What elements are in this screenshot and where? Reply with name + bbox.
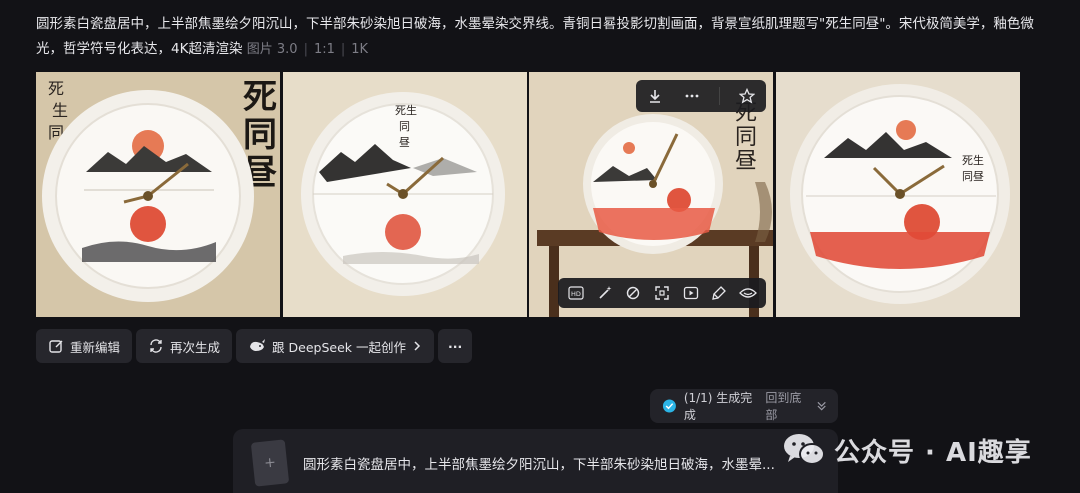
reedit-label: 重新编辑	[70, 339, 121, 355]
svg-text:生: 生	[52, 101, 68, 120]
composer-input-text[interactable]: 圆形素白瓷盘居中，上半部焦墨绘夕阳沉山，下半部朱砂染旭日破海，水墨晕...	[303, 453, 783, 473]
wechat-watermark: 公众号 · AI趣享	[782, 430, 1032, 470]
model-label: 图片 3.0	[246, 42, 298, 57]
deepseek-button[interactable]: 跟 DeepSeek 一起创作	[236, 329, 434, 363]
svg-text:同: 同	[399, 120, 410, 133]
reference-image-upload[interactable]: +	[250, 439, 290, 487]
tile1-calligraphy-left: 死	[48, 79, 64, 98]
prompt-meta: 图片 3.0 | 1:1 | 1K	[246, 42, 369, 57]
more-icon[interactable]	[682, 86, 702, 106]
svg-text:昼: 昼	[735, 149, 757, 174]
generation-status: (1/1) 生成完成 回到底部	[650, 389, 838, 423]
video-icon[interactable]	[681, 283, 701, 303]
svg-text:同昼: 同昼	[962, 170, 984, 183]
svg-text:死生: 死生	[962, 153, 984, 167]
ratio-label: 1:1	[313, 42, 335, 57]
download-icon[interactable]	[645, 86, 665, 106]
plus-icon: +	[263, 454, 277, 472]
expand-icon[interactable]	[652, 283, 672, 303]
prompt-composer[interactable]: + 圆形素白瓷盘居中，上半部焦墨绘夕阳沉山，下半部朱砂染旭日破海，水墨晕...	[233, 429, 838, 493]
svg-text:死生: 死生	[395, 103, 417, 117]
svg-text:昼: 昼	[399, 136, 410, 149]
more-actions-button[interactable]: ···	[437, 329, 473, 363]
magic-wand-icon[interactable]	[595, 283, 615, 303]
back-to-bottom-link[interactable]: 回到底部	[765, 389, 809, 423]
status-text: (1/1) 生成完成	[683, 391, 753, 422]
image-edit-toolbar: HD	[558, 278, 766, 308]
deepseek-whale-icon	[250, 339, 266, 351]
toolbar-divider	[719, 87, 721, 105]
wechat-icon	[784, 434, 825, 465]
reedit-button[interactable]: 重新编辑	[36, 329, 133, 363]
eraser-icon[interactable]	[623, 283, 643, 303]
watermark-text: 公众号 · AI趣享	[834, 437, 1032, 468]
more-actions-label: ···	[447, 338, 463, 354]
star-icon[interactable]	[737, 86, 757, 106]
edit-icon	[49, 340, 63, 353]
action-bar: 重新编辑 再次生成 跟 DeepSeek 一起创作 ···	[36, 329, 473, 363]
deepseek-label: 跟 DeepSeek 一起创作	[272, 339, 406, 355]
svg-text:同: 同	[243, 115, 277, 155]
svg-text:HD: HD	[571, 290, 581, 298]
prompt-text-block: 圆形素白瓷盘居中，上半部焦墨绘夕阳沉山，下半部朱砂染旭日破海，水墨晕染交界线。青…	[36, 12, 1036, 62]
generated-image-2[interactable]: 死生 同 昼	[283, 72, 527, 317]
hd-icon[interactable]: HD	[566, 283, 586, 303]
generated-image-4[interactable]: 死生 同昼	[776, 72, 1020, 317]
image-hover-toolbar	[636, 80, 766, 112]
eye-icon[interactable]	[738, 283, 758, 303]
image-gallery: 死 生 同 死 同 昼 死生 同 昼 死 同 昼 死生 同昼	[36, 72, 1020, 317]
chevron-right-icon	[414, 341, 421, 351]
svg-text:同: 同	[735, 125, 757, 150]
brush-icon[interactable]	[709, 283, 729, 303]
check-circle-icon	[662, 399, 676, 413]
generated-image-1[interactable]: 死 生 同 死 同 昼	[36, 72, 280, 317]
regenerate-button[interactable]: 再次生成	[136, 329, 233, 363]
svg-text:死: 死	[243, 77, 277, 117]
double-chevron-down-icon[interactable]	[817, 400, 826, 412]
resolution-label: 1K	[351, 42, 369, 57]
refresh-icon	[150, 339, 162, 353]
prompt-text: 圆形素白瓷盘居中，上半部焦墨绘夕阳沉山，下半部朱砂染旭日破海，水墨晕染交界线。青…	[36, 16, 1034, 57]
regenerate-label: 再次生成	[170, 339, 221, 355]
